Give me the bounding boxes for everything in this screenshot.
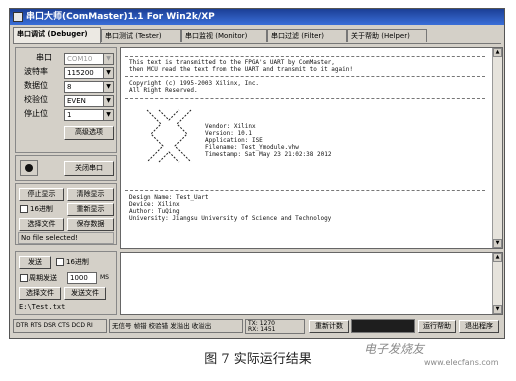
tab-monitor[interactable]: 串口监视 (Monitor) [181,29,267,42]
receive-scrollbar[interactable]: ▲ ▼ [492,48,502,248]
receive-line: Filename: Test_Ymodule.vhw [205,144,299,151]
left-panel: 串口 COM10 ▼ 波特率 115200 ▼ 数据位 8 ▼ 校验位 EVEN ▼ 停… [15,47,117,315]
receive-line: Vendor: Xilinx [205,123,256,130]
receive-hex-label: 16进制 [30,205,53,213]
period-unit: MS [100,274,109,281]
send-control-group: 发送 16进制 周期发送 1000 MS 选择文件 发送文件 E:\Test.t… [15,251,117,315]
divider [125,190,485,191]
baud-select[interactable]: 115200 ▼ [64,67,114,79]
chevron-down-icon: ▼ [103,96,113,106]
chevron-down-icon: ▼ [103,68,113,78]
scroll-down-icon[interactable]: ▼ [493,239,502,248]
watermark-logo: 电子发烧友 [364,342,425,356]
rx-count: 1451 [260,326,276,333]
chevron-down-icon: ▼ [103,82,113,92]
port-select[interactable]: COM10 ▼ [64,53,114,65]
send-file-button[interactable]: 发送文件 [64,287,106,300]
stopbits-select[interactable]: 1 ▼ [64,109,114,121]
scroll-up-icon[interactable]: ▲ [493,48,502,57]
send-hex-label: 16进制 [66,258,89,266]
divider [125,56,485,57]
parity-select[interactable]: EVEN ▼ [64,95,114,107]
close-port-button[interactable]: 关闭串口 [64,161,114,176]
chevron-down-icon: ▼ [103,110,113,120]
stopbits-label: 停止位 [24,109,48,118]
status-led-icon [25,164,33,172]
receive-line: All Right Reserved. [129,87,198,94]
receive-line: Copyright (c) 1995-2003 Xilinx, Inc. [129,80,260,87]
tab-debuger[interactable]: 串口调试 (Debuger) [13,27,101,43]
advanced-options-button[interactable]: 高级选项 [64,126,114,140]
tab-helper[interactable]: 关于帮助 (Helper) [347,29,427,42]
error-indicators: 无信号 帧错 校验错 发溢出 收溢出 [109,319,243,333]
receive-line: Design Name: Test_Uart [129,194,209,201]
parity-label: 校验位 [24,95,48,104]
receive-hex-checkbox[interactable] [20,205,28,213]
stop-display-button[interactable]: 停止显示 [19,188,64,201]
periodic-send-label: 周期发送 [29,274,57,282]
receive-line: Application: ISE [205,137,263,144]
help-button[interactable]: 运行帮助 [418,320,456,333]
port-label: 串口 [36,53,52,62]
progress-indicator [351,319,415,333]
scroll-up-icon[interactable]: ▲ [493,253,502,262]
xilinx-logo-icon [146,109,192,163]
watermark-url: www.elecfans.com [424,358,499,367]
port-settings-group: 串口 COM10 ▼ 波特率 115200 ▼ 数据位 8 ▼ 校验位 EVEN ▼ 停… [15,47,117,153]
tab-tester[interactable]: 串口测试 (Tester) [101,29,181,42]
send-file-path: E:\Test.txt [19,303,66,311]
divider [125,98,485,99]
receive-line: Timestamp: Sat May 23 21:02:38 2012 [205,151,332,158]
divider [125,76,485,77]
period-input[interactable]: 1000 [67,272,97,284]
signal-lines: DTR RTS DSR CTS DCD RI [13,319,107,333]
receive-line: This text is transmitted to the FPGA's U… [129,59,335,66]
receive-line: Device: Xilinx [129,201,180,208]
receive-line: University: Jiangsu University of Scienc… [129,215,332,222]
title-bar[interactable]: 串口大师(ComMaster)1.1 For Win2k/XP [10,9,504,25]
send-select-file-button[interactable]: 选择文件 [19,287,61,300]
app-icon [13,12,23,22]
save-data-button[interactable]: 保存数据 [67,218,114,231]
tab-strip: 串口调试 (Debuger) 串口测试 (Tester) 串口监视 (Monit… [13,27,501,44]
window-title: 串口大师(ComMaster)1.1 For Win2k/XP [26,12,215,22]
receive-line: Author: TuQing [129,208,180,215]
resend-display-button[interactable]: 重新显示 [67,203,114,216]
tab-filter[interactable]: 串口过滤 (Filter) [267,29,347,42]
databits-select[interactable]: 8 ▼ [64,81,114,93]
baud-label: 波特率 [24,67,48,76]
status-bar: DTR RTS DSR CTS DCD RI 无信号 帧错 校验错 发溢出 收溢… [13,318,502,335]
send-button[interactable]: 发送 [19,256,51,269]
databits-label: 数据位 [24,81,48,90]
send-scrollbar[interactable]: ▲ ▼ [492,253,502,314]
exit-button[interactable]: 退出程序 [459,320,499,333]
recount-button[interactable]: 重新计数 [309,320,349,333]
send-hex-checkbox[interactable] [56,258,64,266]
main-window: 串口大师(ComMaster)1.1 For Win2k/XP 串口调试 (De… [9,8,505,339]
periodic-send-checkbox[interactable] [20,274,28,282]
port-control-group: 关闭串口 [15,155,117,181]
chevron-down-icon: ▼ [103,54,113,64]
send-text-area[interactable]: ▲ ▼ [120,252,503,315]
receive-text-area[interactable]: This text is transmitted to the FPGA's U… [120,47,503,249]
receive-control-group: 停止显示 清除显示 16进制 重新显示 选择文件 保存数据 No file se… [15,183,117,245]
select-file-button[interactable]: 选择文件 [19,218,64,231]
clear-display-button[interactable]: 清除显示 [67,188,114,201]
rx-label: RX: [248,326,259,333]
port-status-indicator [20,160,38,176]
receive-line: then MCU read the text from the UART and… [129,66,353,73]
receive-line: Version: 10.1 [205,130,252,137]
receive-file-status: No file selected! [18,232,114,244]
traffic-counters: TX: 1270 RX: 1451 [245,319,305,334]
scroll-down-icon[interactable]: ▼ [493,305,502,314]
